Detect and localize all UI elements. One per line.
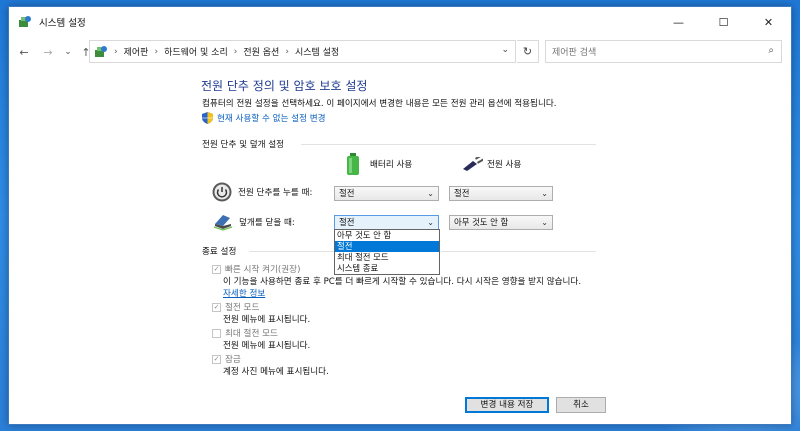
battery-icon bbox=[347, 153, 359, 175]
lid-close-battery-value: 절전 bbox=[339, 217, 355, 227]
breadcrumb-separator[interactable]: › bbox=[234, 47, 238, 57]
power-button-plugged-value: 절전 bbox=[454, 188, 470, 198]
hibernate-checkbox-row[interactable]: 최대 절전 모드 bbox=[212, 327, 278, 339]
minimize-button[interactable]: — bbox=[656, 7, 701, 37]
fast-startup-description: 이 기능을 사용하면 종료 후 PC를 더 빠르게 시작할 수 있습니다. 다시… bbox=[223, 277, 582, 287]
admin-link-label: 현재 사용할 수 없는 설정 변경 bbox=[217, 114, 326, 124]
plugged-column-label: 전원 사용 bbox=[487, 160, 522, 170]
battery-column-label: 배터리 사용 bbox=[370, 160, 413, 170]
recent-locations-button[interactable]: ⌄ bbox=[59, 47, 77, 57]
chevron-down-icon: ⌄ bbox=[541, 189, 548, 198]
sleep-checkbox-row[interactable]: ✓ 절전 모드 bbox=[212, 301, 259, 313]
breadcrumb-system-settings[interactable]: 시스템 설정 bbox=[295, 45, 339, 58]
fast-startup-label: 빠른 시작 켜기(권장) bbox=[225, 265, 301, 275]
back-button[interactable]: ← bbox=[15, 46, 33, 59]
dropdown-option-shutdown[interactable]: 시스템 종료 bbox=[335, 263, 439, 274]
cancel-button[interactable]: 취소 bbox=[556, 397, 606, 413]
sleep-checkbox[interactable]: ✓ bbox=[212, 302, 221, 312]
breadcrumb-hardware-sound[interactable]: 하드웨어 및 소리 bbox=[164, 45, 228, 58]
lock-checkbox-row[interactable]: ✓ 잠금 bbox=[212, 353, 241, 365]
page-description: 컴퓨터의 전원 설정을 선택하세요. 이 페이지에서 변경한 내용은 모든 전원… bbox=[202, 99, 557, 109]
main-content: 전원 단추 정의 및 암호 보호 설정 컴퓨터의 전원 설정을 선택하세요. 이… bbox=[9, 67, 791, 397]
divider bbox=[249, 251, 334, 252]
chevron-down-icon: ⌄ bbox=[541, 218, 548, 227]
power-button-label: 전원 단추를 누를 때: bbox=[238, 188, 313, 198]
lid-close-plugged-select[interactable]: 아무 것도 안 함 ⌄ bbox=[449, 215, 553, 230]
search-placeholder: 제어판 검색 bbox=[552, 48, 597, 58]
window-controls: — ☐ ✕ bbox=[656, 7, 791, 37]
dropdown-option-do-nothing[interactable]: 아무 것도 안 함 bbox=[335, 230, 439, 241]
breadcrumb-separator[interactable]: › bbox=[285, 47, 289, 57]
dropdown-option-sleep[interactable]: 절전 bbox=[335, 241, 439, 252]
dropdown-option-hibernate[interactable]: 최대 절전 모드 bbox=[335, 252, 439, 263]
breadcrumb-power-options[interactable]: 전원 옵션 bbox=[243, 45, 279, 58]
control-panel-icon bbox=[95, 45, 107, 57]
lock-checkbox[interactable]: ✓ bbox=[212, 354, 221, 364]
lid-close-dropdown-list: 아무 것도 안 함 절전 최대 절전 모드 시스템 종료 bbox=[334, 229, 440, 275]
breadcrumb-separator[interactable]: › bbox=[154, 47, 158, 57]
save-changes-button[interactable]: 변경 내용 저장 bbox=[465, 397, 549, 413]
power-button-battery-select[interactable]: 절전 ⌄ bbox=[334, 186, 439, 201]
search-icon: ⌕ bbox=[768, 45, 774, 56]
lid-close-row-label: 덮개를 닫을 때: bbox=[213, 213, 295, 231]
learn-more-link[interactable]: 자세한 정보 bbox=[223, 287, 265, 299]
search-input[interactable]: 제어판 검색 ⌕ bbox=[545, 40, 782, 63]
refresh-icon: ↻ bbox=[522, 45, 533, 58]
hibernate-description: 전원 메뉴에 표시됩니다. bbox=[223, 341, 311, 351]
divider bbox=[441, 251, 596, 252]
control-panel-window: 시스템 설정 — ☐ ✕ ← → ⌄ ↑ › 제어판 › 하드웨어 및 소리 ›… bbox=[8, 6, 792, 425]
page-title: 전원 단추 정의 및 암호 보호 설정 bbox=[201, 79, 368, 93]
chevron-down-icon[interactable]: ⌄ bbox=[501, 45, 509, 55]
shutdown-section-title: 종료 설정 bbox=[202, 247, 237, 257]
sleep-label: 절전 모드 bbox=[225, 303, 260, 313]
plugged-column-header: 전원 사용 bbox=[461, 157, 521, 171]
power-button-row-label: 전원 단추를 누를 때: bbox=[212, 182, 312, 202]
lid-close-plugged-value: 아무 것도 안 함 bbox=[454, 217, 509, 227]
lock-label: 잠금 bbox=[225, 355, 241, 365]
power-button-plugged-select[interactable]: 절전 ⌄ bbox=[449, 186, 553, 201]
lid-close-label: 덮개를 닫을 때: bbox=[239, 218, 295, 228]
maximize-button[interactable]: ☐ bbox=[701, 7, 746, 37]
admin-shield-icon bbox=[202, 112, 213, 124]
fast-startup-checkbox-row[interactable]: ✓ 빠른 시작 켜기(권장) bbox=[212, 263, 300, 275]
lock-description: 계정 사진 메뉴에 표시됩니다. bbox=[223, 367, 329, 377]
divider bbox=[301, 144, 596, 145]
title-bar: 시스템 설정 — ☐ ✕ bbox=[9, 7, 791, 37]
change-unavailable-settings-link[interactable]: 현재 사용할 수 없는 설정 변경 bbox=[202, 112, 326, 124]
fast-startup-checkbox[interactable]: ✓ bbox=[212, 264, 221, 274]
close-button[interactable]: ✕ bbox=[746, 7, 791, 37]
power-button-battery-value: 절전 bbox=[339, 188, 355, 198]
forward-button[interactable]: → bbox=[39, 46, 57, 59]
breadcrumb-control-panel[interactable]: 제어판 bbox=[124, 45, 149, 58]
chevron-down-icon: ⌄ bbox=[427, 218, 434, 227]
power-section-title: 전원 단추 및 덮개 설정 bbox=[202, 140, 285, 150]
hibernate-label: 최대 절전 모드 bbox=[225, 329, 278, 339]
breadcrumb-separator: › bbox=[114, 46, 118, 57]
lid-close-battery-select[interactable]: 절전 ⌄ bbox=[334, 215, 439, 230]
address-bar[interactable]: › 제어판 › 하드웨어 및 소리 › 전원 옵션 › 시스템 설정 ⌄ bbox=[89, 40, 516, 63]
control-panel-icon bbox=[19, 16, 31, 27]
chevron-down-icon: ⌄ bbox=[427, 189, 434, 198]
sleep-description: 전원 메뉴에 표시됩니다. bbox=[223, 315, 311, 325]
refresh-button[interactable]: ↻ bbox=[517, 40, 539, 63]
battery-column-header: 배터리 사용 bbox=[346, 153, 412, 175]
power-plug-icon bbox=[463, 157, 483, 171]
window-title: 시스템 설정 bbox=[39, 18, 86, 29]
navigation-bar: ← → ⌄ ↑ › 제어판 › 하드웨어 및 소리 › 전원 옵션 › 시스템 … bbox=[9, 37, 791, 67]
power-button-icon bbox=[212, 182, 232, 202]
hibernate-checkbox[interactable] bbox=[212, 328, 221, 338]
laptop-lid-icon bbox=[213, 215, 233, 231]
footer: 변경 내용 저장 취소 bbox=[9, 397, 791, 425]
